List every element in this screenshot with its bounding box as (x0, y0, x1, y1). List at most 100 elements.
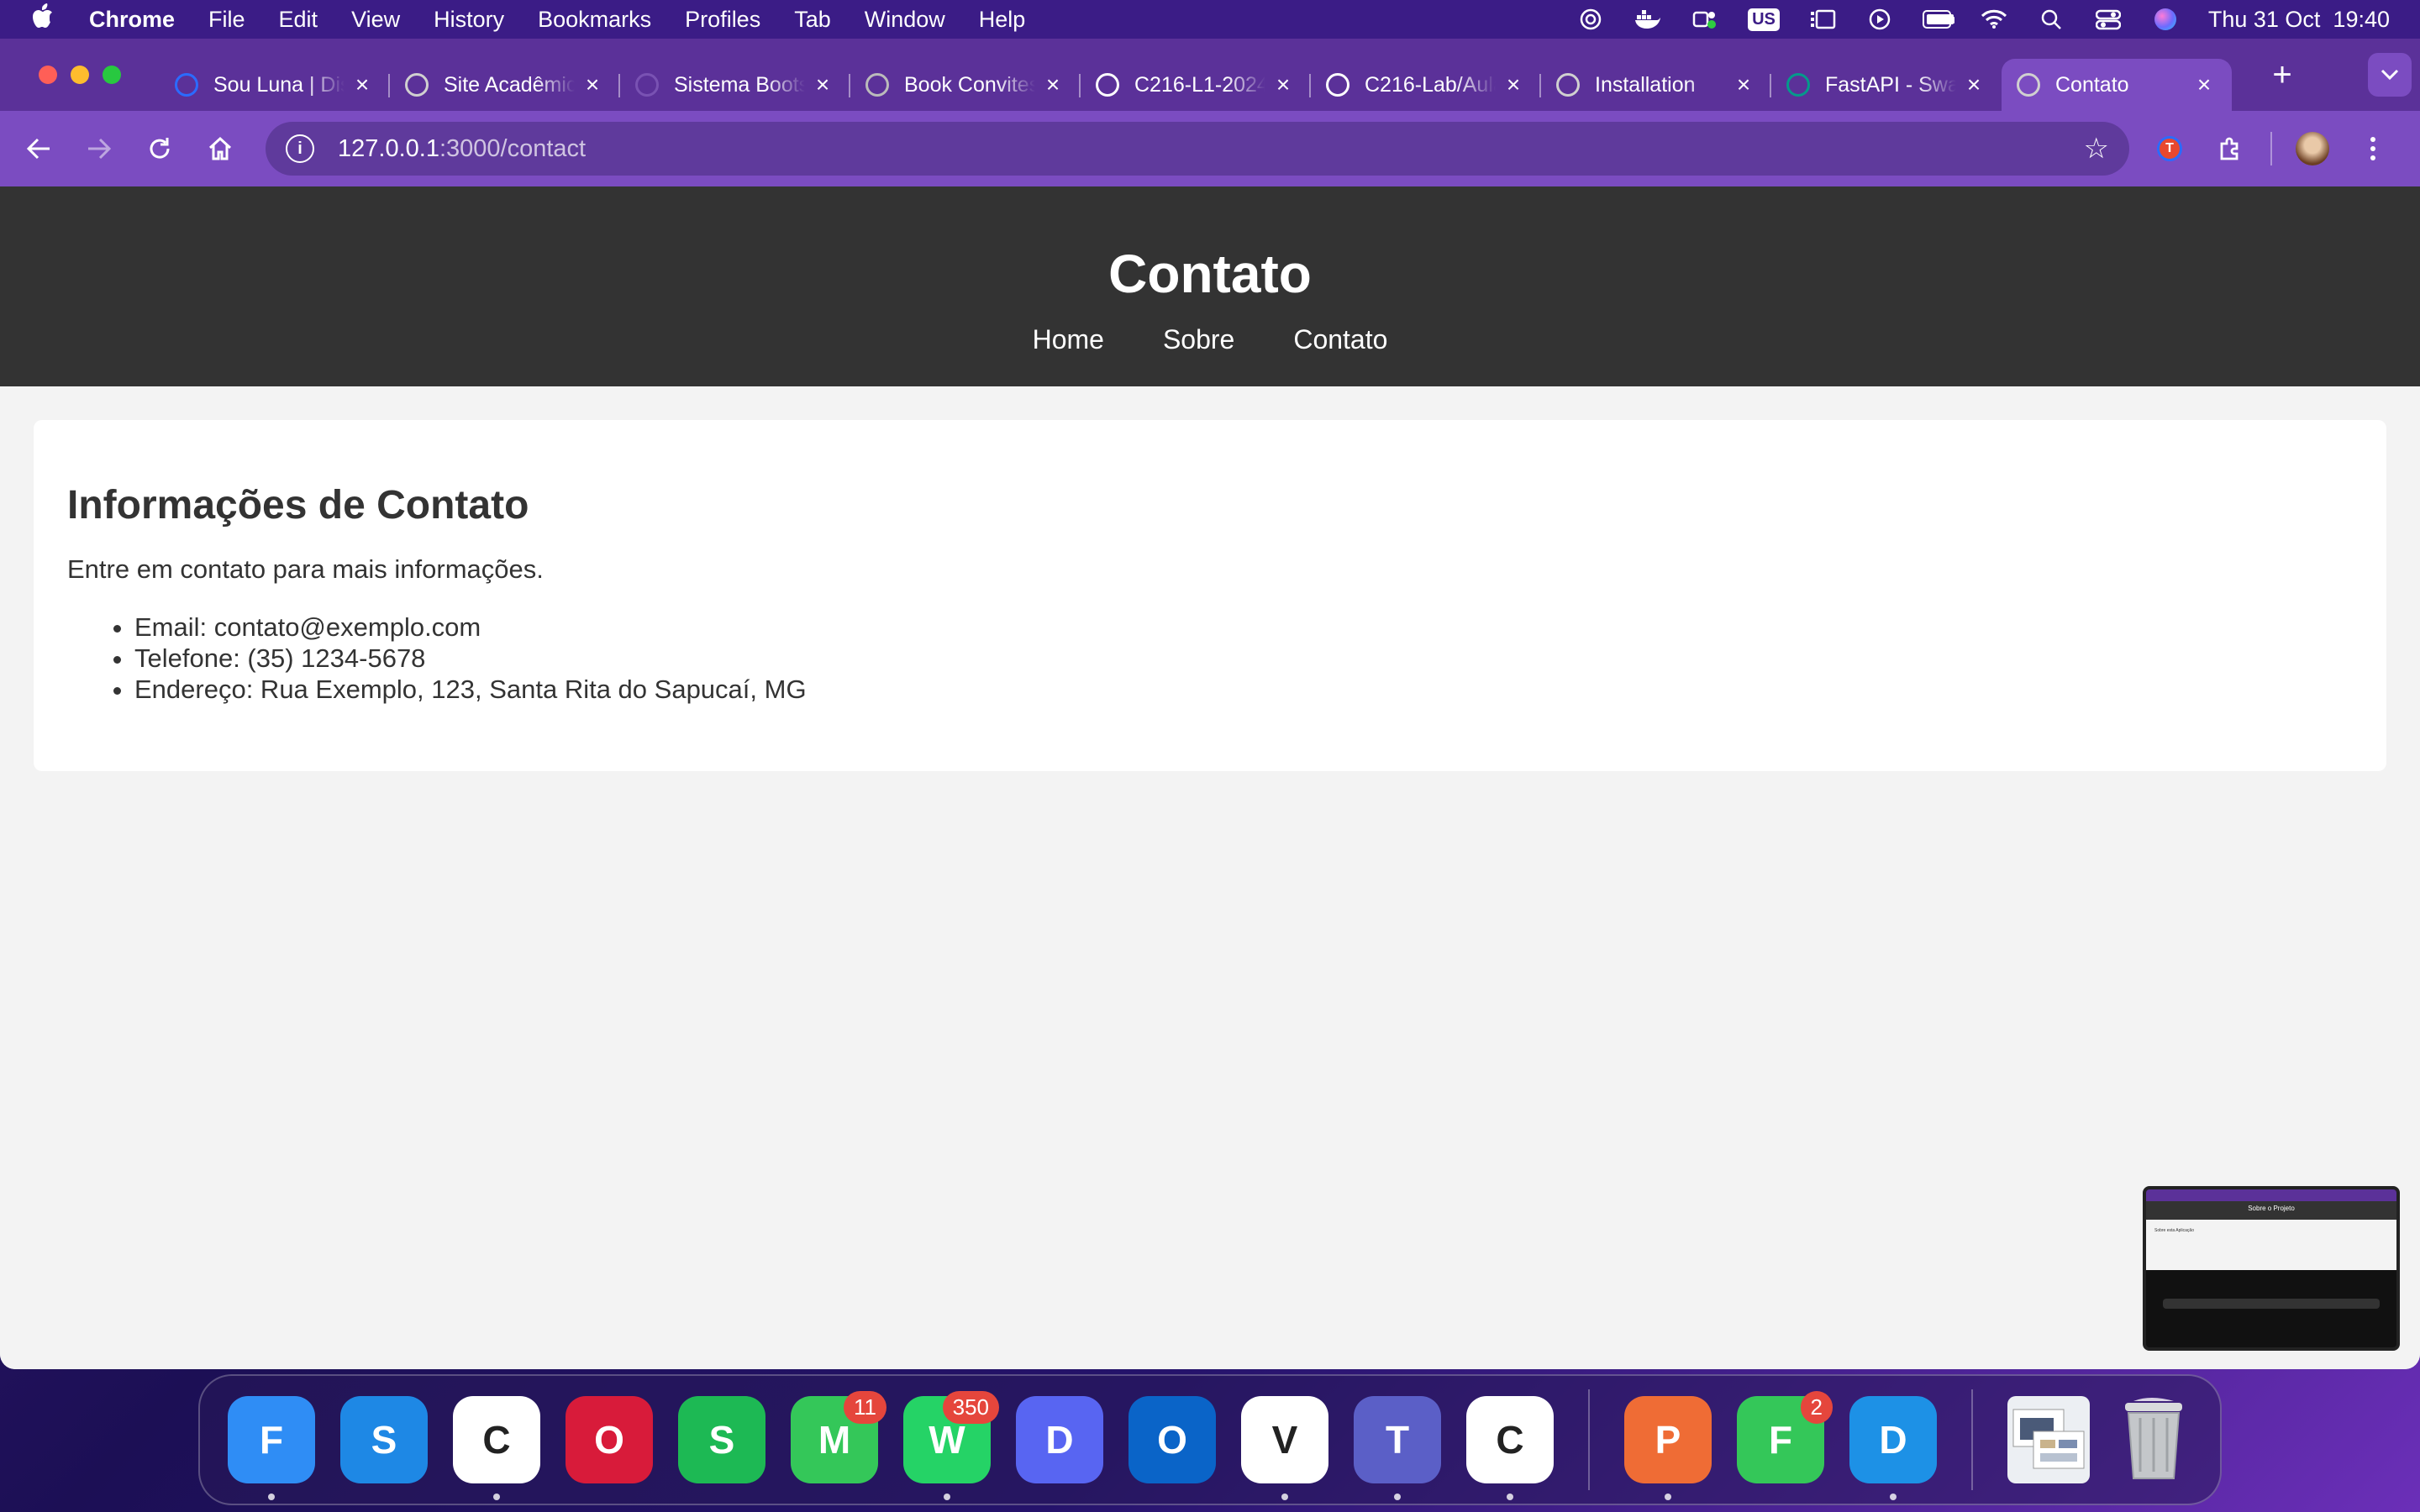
apple-menu-icon[interactable] (30, 3, 55, 35)
browser-tab[interactable]: Contato × (2002, 59, 2232, 111)
browser-tab[interactable]: Sou Luna | Disney× (160, 59, 390, 111)
menu-app-chrome[interactable]: Chrome (89, 7, 175, 33)
github-icon (1326, 73, 1349, 97)
browser-tab[interactable]: Site Acadêmico × (390, 59, 620, 111)
chrome-menu-icon[interactable] (2353, 129, 2393, 169)
browser-tab[interactable]: FastAPI - Swagger× (1771, 59, 2002, 111)
browser-tab[interactable]: C216-Lab/Aula × (1311, 59, 1541, 111)
tab-title: C216-Lab/Aula (1365, 72, 1496, 97)
url-path: :3000/contact (439, 134, 587, 162)
minimize-window-icon[interactable] (71, 66, 89, 84)
siri-icon[interactable] (2151, 7, 2180, 32)
now-playing-icon[interactable] (1865, 7, 1894, 32)
browser-tab[interactable]: C216-L1-2024 × (1081, 59, 1311, 111)
finder-icon[interactable]: FinderF (228, 1396, 315, 1500)
postman-icon[interactable]: PostmanP (1624, 1396, 1712, 1500)
translate-extension-icon[interactable]: T (2149, 129, 2190, 169)
dock-app-symbol: D (1045, 1418, 1074, 1462)
dock-app-symbol: D (1879, 1418, 1907, 1462)
tab-close-icon[interactable]: × (1040, 71, 1065, 98)
trash-icon[interactable] (2115, 1396, 2192, 1483)
spotify-icon[interactable]: SpotifyS (678, 1396, 765, 1483)
nav-link-home[interactable]: Home (1033, 324, 1104, 355)
tab-close-icon[interactable]: × (1270, 71, 1296, 98)
address-bar[interactable]: i 127.0.0.1:3000/contact ☆ (266, 122, 2129, 176)
new-tab-button[interactable]: + (2265, 56, 2299, 94)
chrome-icon[interactable]: ChromeC (453, 1396, 540, 1500)
tab-close-icon[interactable]: × (1501, 71, 1526, 98)
menu-edit[interactable]: Edit (279, 7, 318, 33)
dock-app-symbol: F (259, 1418, 284, 1462)
opera-icon[interactable]: OperaO (566, 1396, 653, 1483)
menu-window[interactable]: Window (865, 7, 945, 33)
tab-close-icon[interactable]: × (580, 71, 605, 98)
facetime-icon[interactable]: FaceTimeF2 (1737, 1391, 1833, 1483)
menu-bookmarks[interactable]: Bookmarks (538, 7, 651, 33)
profile-avatar[interactable] (2292, 129, 2333, 169)
contact-card: Informações de Contato Entre em contato … (34, 420, 2386, 771)
menu-file[interactable]: File (208, 7, 245, 33)
teams-status-icon[interactable] (1691, 7, 1719, 32)
tab-close-icon[interactable]: × (350, 71, 375, 98)
downloads-stack-icon[interactable] (2007, 1396, 2091, 1483)
outlook-icon[interactable]: OutlookO (1128, 1396, 1216, 1483)
menubar-clock[interactable]: Thu 31 Oct 19:40 (2208, 7, 2390, 33)
dock-app-symbol: S (371, 1418, 397, 1462)
back-button[interactable] (17, 127, 60, 171)
spotlight-search-icon[interactable] (2037, 7, 2065, 32)
globe-icon (405, 73, 429, 97)
dock-app-symbol: O (594, 1418, 624, 1462)
dock-app-symbol: O (1157, 1418, 1187, 1462)
safari-icon[interactable]: SafariS (340, 1396, 428, 1483)
keyboard-layout-badge[interactable]: US (1748, 8, 1780, 31)
browser-tab[interactable]: Sistema Bootstrap× (620, 59, 850, 111)
discord-icon[interactable]: DiscordD (1016, 1396, 1103, 1483)
battery-icon[interactable] (1922, 7, 1954, 32)
menu-view[interactable]: View (351, 7, 400, 33)
whatsapp-icon[interactable]: WhatsAppW350 (903, 1391, 999, 1500)
globe-icon (1556, 73, 1580, 97)
tab-close-icon[interactable]: × (1961, 71, 1986, 98)
control-center-icon[interactable] (2094, 7, 2123, 32)
nav-link-contato[interactable]: Contato (1293, 324, 1387, 355)
macos-menubar: Chrome File Edit View History Bookmarks … (0, 0, 2420, 39)
close-window-icon[interactable] (39, 66, 57, 84)
menu-profiles[interactable]: Profiles (685, 7, 760, 33)
docker-icon[interactable]: DockerD (1849, 1396, 1937, 1500)
menu-help[interactable]: Help (979, 7, 1026, 33)
screenshot-thumbnail[interactable]: Sobre o Projeto Sobre esta Aplicação (2143, 1186, 2400, 1351)
notification-badge: 2 (1800, 1391, 1833, 1424)
page-title: Contato (1108, 244, 1312, 304)
browser-tab[interactable]: Installation × (1541, 59, 1771, 111)
browser-tab[interactable]: Book Convites × (850, 59, 1081, 111)
nav-link-sobre[interactable]: Sobre (1163, 324, 1234, 355)
zoom-window-icon[interactable] (103, 66, 121, 84)
site-info-icon[interactable]: i (286, 134, 314, 163)
home-button[interactable] (198, 127, 242, 171)
tab-close-icon[interactable]: × (810, 71, 835, 98)
dock-app-symbol: S (708, 1418, 735, 1462)
thumbnail-dock (2163, 1299, 2380, 1309)
tab-close-icon[interactable]: × (2191, 71, 2217, 98)
notification-badge: 350 (942, 1391, 999, 1424)
dock-app-symbol: V (1271, 1418, 1298, 1462)
docker-status-icon[interactable] (1634, 7, 1662, 32)
bookmark-star-icon[interactable]: ☆ (2084, 132, 2109, 165)
messages-icon[interactable]: MessagesM11 (791, 1391, 886, 1483)
extensions-puzzle-icon[interactable] (2210, 129, 2250, 169)
forward-button[interactable] (77, 127, 121, 171)
tab-close-icon[interactable]: × (1731, 71, 1756, 98)
vscode-icon[interactable]: VS CodeV (1241, 1396, 1328, 1500)
stage-manager-icon[interactable] (1808, 7, 1837, 32)
chatgpt-status-icon[interactable] (1576, 7, 1605, 32)
tab-title: Contato (2055, 72, 2129, 97)
toolbar-divider (2270, 132, 2272, 165)
teams-icon[interactable]: TeamsT (1354, 1396, 1441, 1500)
site-header: Contato Home Sobre Contato (0, 186, 2420, 386)
menu-tab[interactable]: Tab (794, 7, 831, 33)
chatgpt-icon[interactable]: ChatGPTC (1466, 1396, 1554, 1500)
menu-history[interactable]: History (434, 7, 504, 33)
reload-button[interactable] (138, 127, 182, 171)
tab-search-button[interactable] (2368, 53, 2412, 97)
wifi-icon[interactable] (1980, 7, 2008, 32)
